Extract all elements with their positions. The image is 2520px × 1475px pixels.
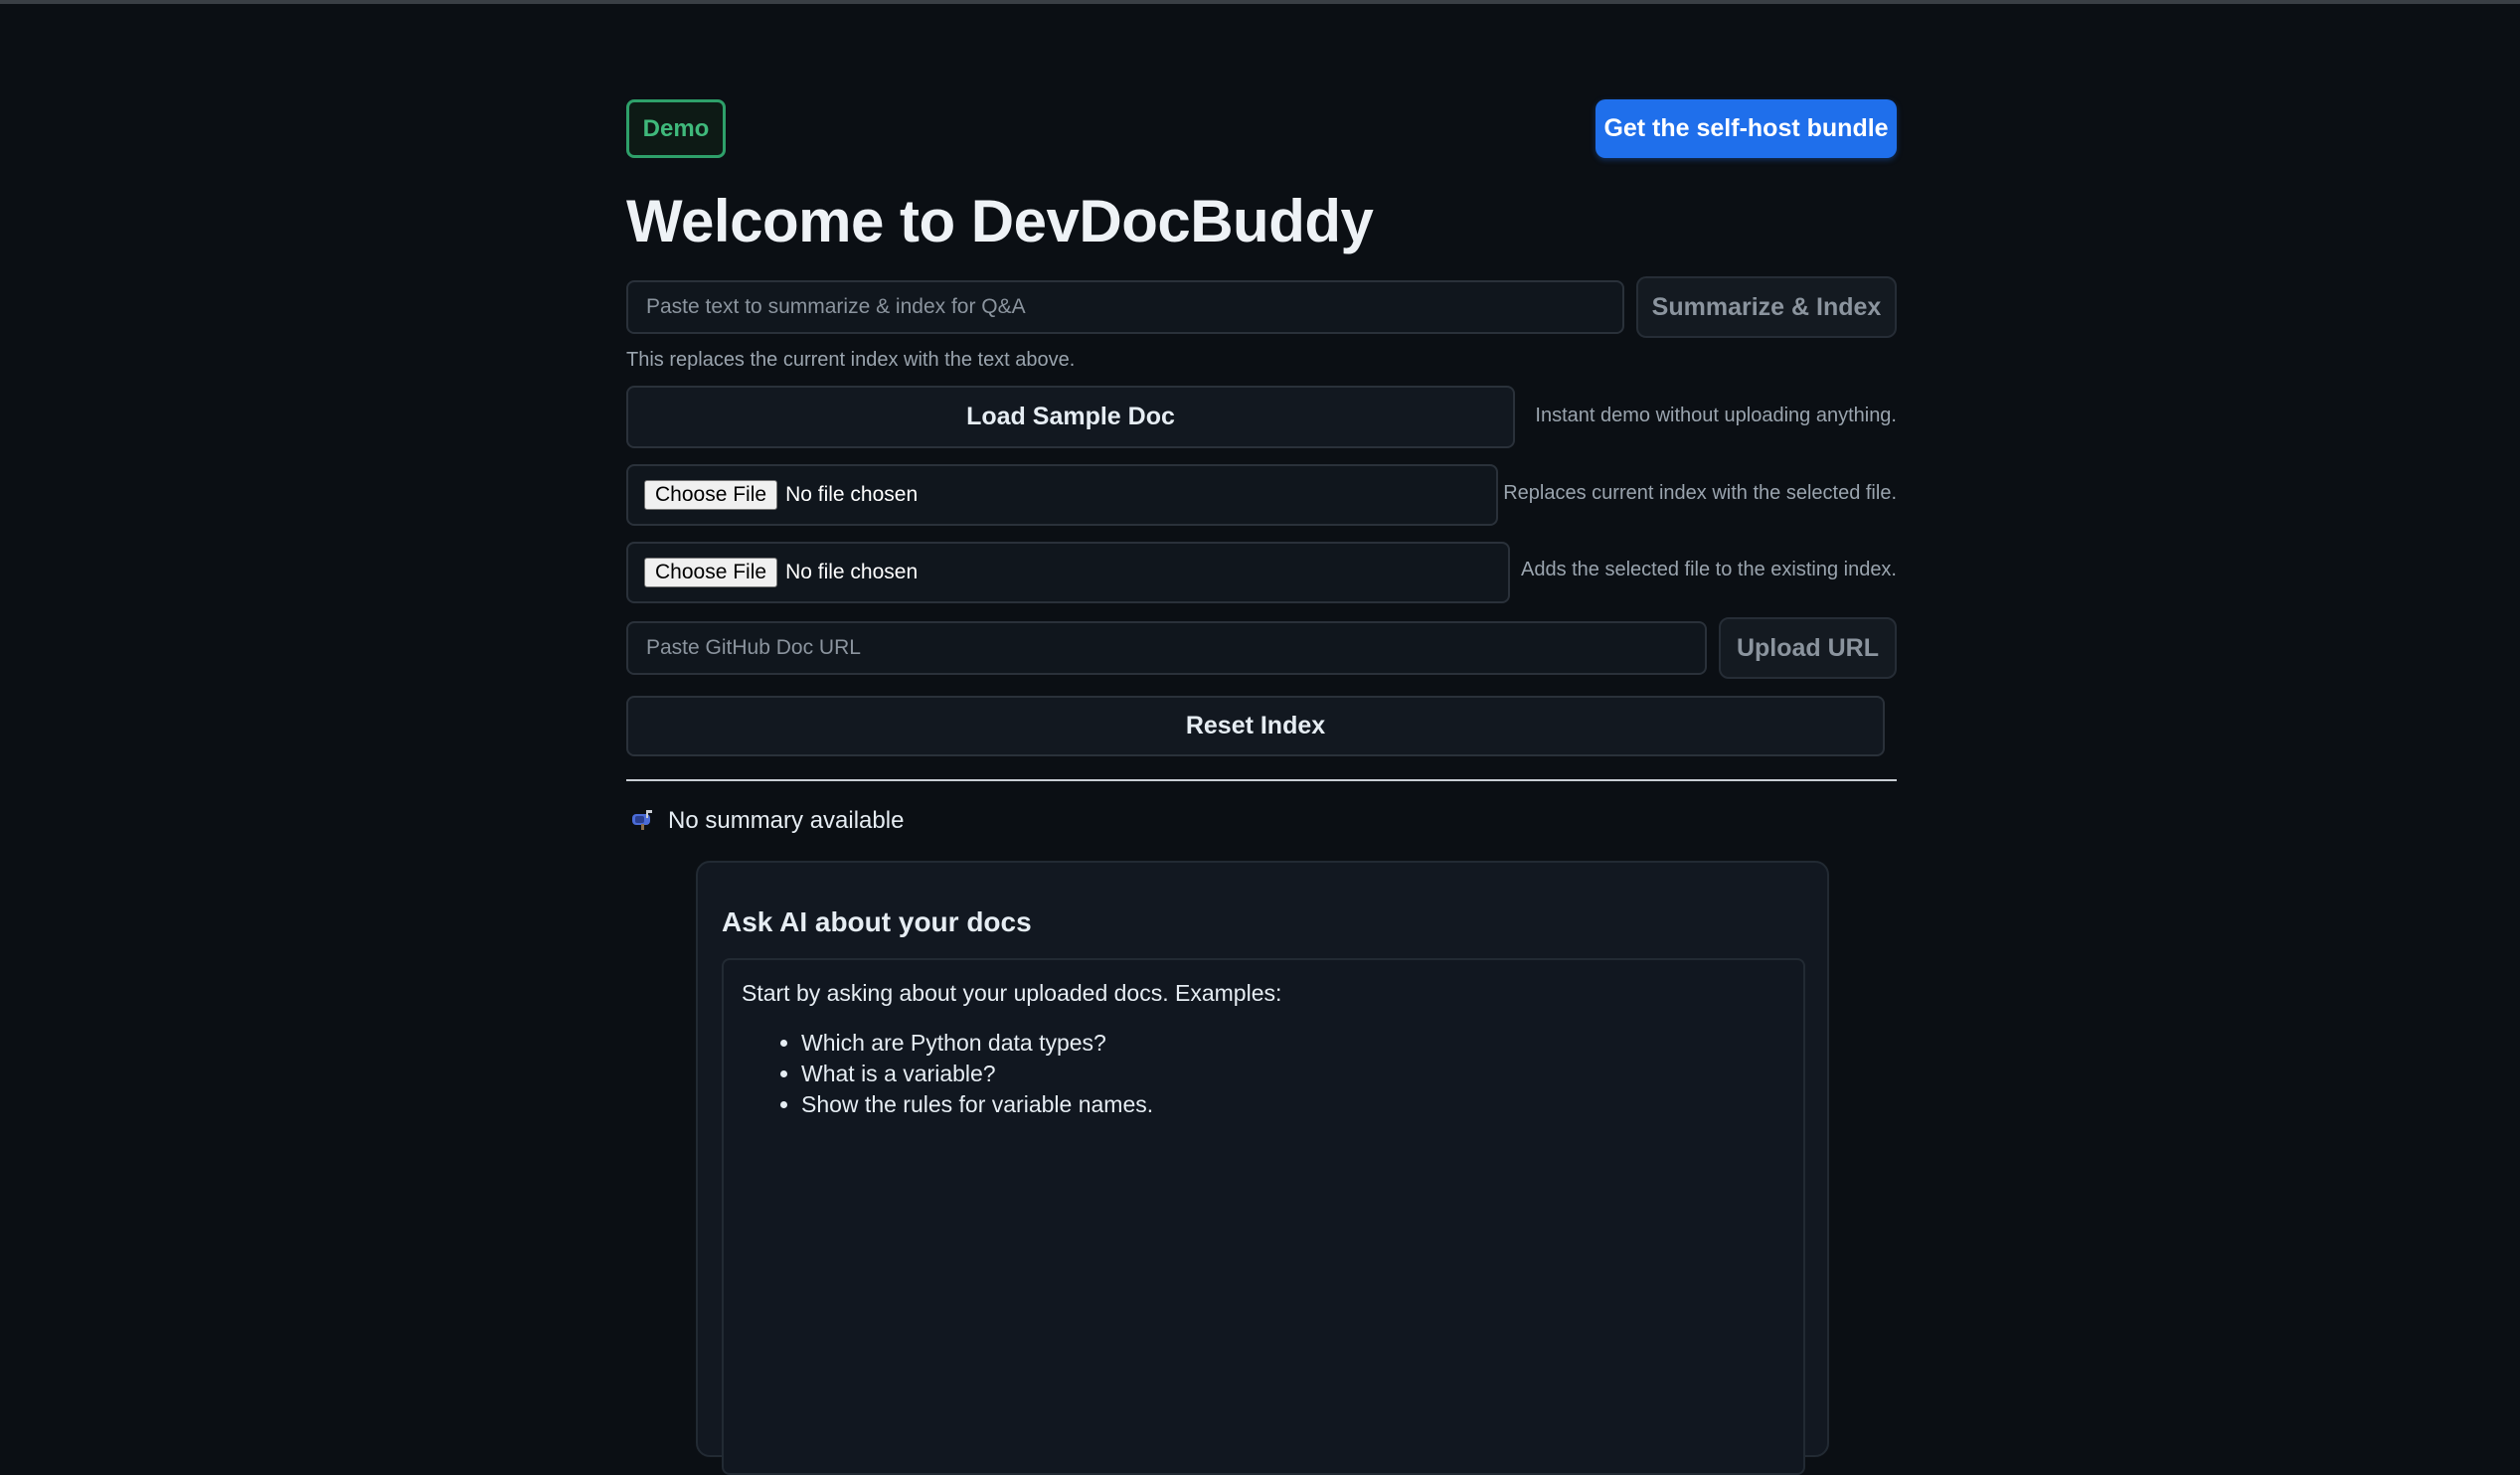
example-question: What is a variable?	[801, 1059, 1153, 1089]
mailbox-icon	[630, 808, 654, 835]
ask-ai-card: Ask AI about your docs Start by asking a…	[696, 861, 1829, 1475]
demo-badge: Demo	[626, 99, 726, 158]
file-status: No file chosen	[785, 561, 919, 583]
github-url-input[interactable]: Paste GitHub Doc URL	[626, 621, 1707, 675]
chat-messages-area[interactable]: Start by asking about your uploaded docs…	[722, 958, 1805, 1475]
summarize-text-input[interactable]: Paste text to summarize & index for Q&A	[626, 280, 1624, 334]
choose-file-button[interactable]: Choose File	[644, 558, 778, 587]
file-upload-add: Choose File No file chosen	[626, 542, 1510, 603]
sample-hint: Instant demo without uploading anything.	[1535, 405, 1897, 426]
example-questions: Which are Python data types? What is a v…	[742, 1028, 1153, 1120]
summarize-hint: This replaces the current index with the…	[626, 349, 1076, 371]
choose-file-button[interactable]: Choose File	[644, 480, 778, 510]
file-upload-replace: Choose File No file chosen	[626, 464, 1498, 526]
summarize-index-button[interactable]: Summarize & Index	[1636, 276, 1897, 338]
upload-url-button[interactable]: Upload URL	[1719, 617, 1897, 679]
load-sample-doc-button[interactable]: Load Sample Doc	[626, 386, 1515, 448]
chat-intro: Start by asking about your uploaded docs…	[742, 980, 1282, 1006]
divider	[626, 779, 1897, 781]
browser-top-border	[0, 0, 2520, 4]
summary-status: No summary available	[630, 807, 904, 835]
reset-index-button[interactable]: Reset Index	[626, 696, 1885, 756]
page-title: Welcome to DevDocBuddy	[626, 188, 1374, 254]
example-question: Which are Python data types?	[801, 1028, 1153, 1059]
summary-text: No summary available	[668, 807, 905, 834]
upload-add-hint: Adds the selected file to the existing i…	[1520, 559, 1897, 580]
ask-ai-title: Ask AI about your docs	[722, 906, 1032, 937]
self-host-bundle-button[interactable]: Get the self-host bundle	[1596, 99, 1897, 158]
upload-replace-hint: Replaces current index with the selected…	[1503, 482, 1897, 504]
file-status: No file chosen	[785, 483, 919, 506]
example-question: Show the rules for variable names.	[801, 1089, 1153, 1120]
